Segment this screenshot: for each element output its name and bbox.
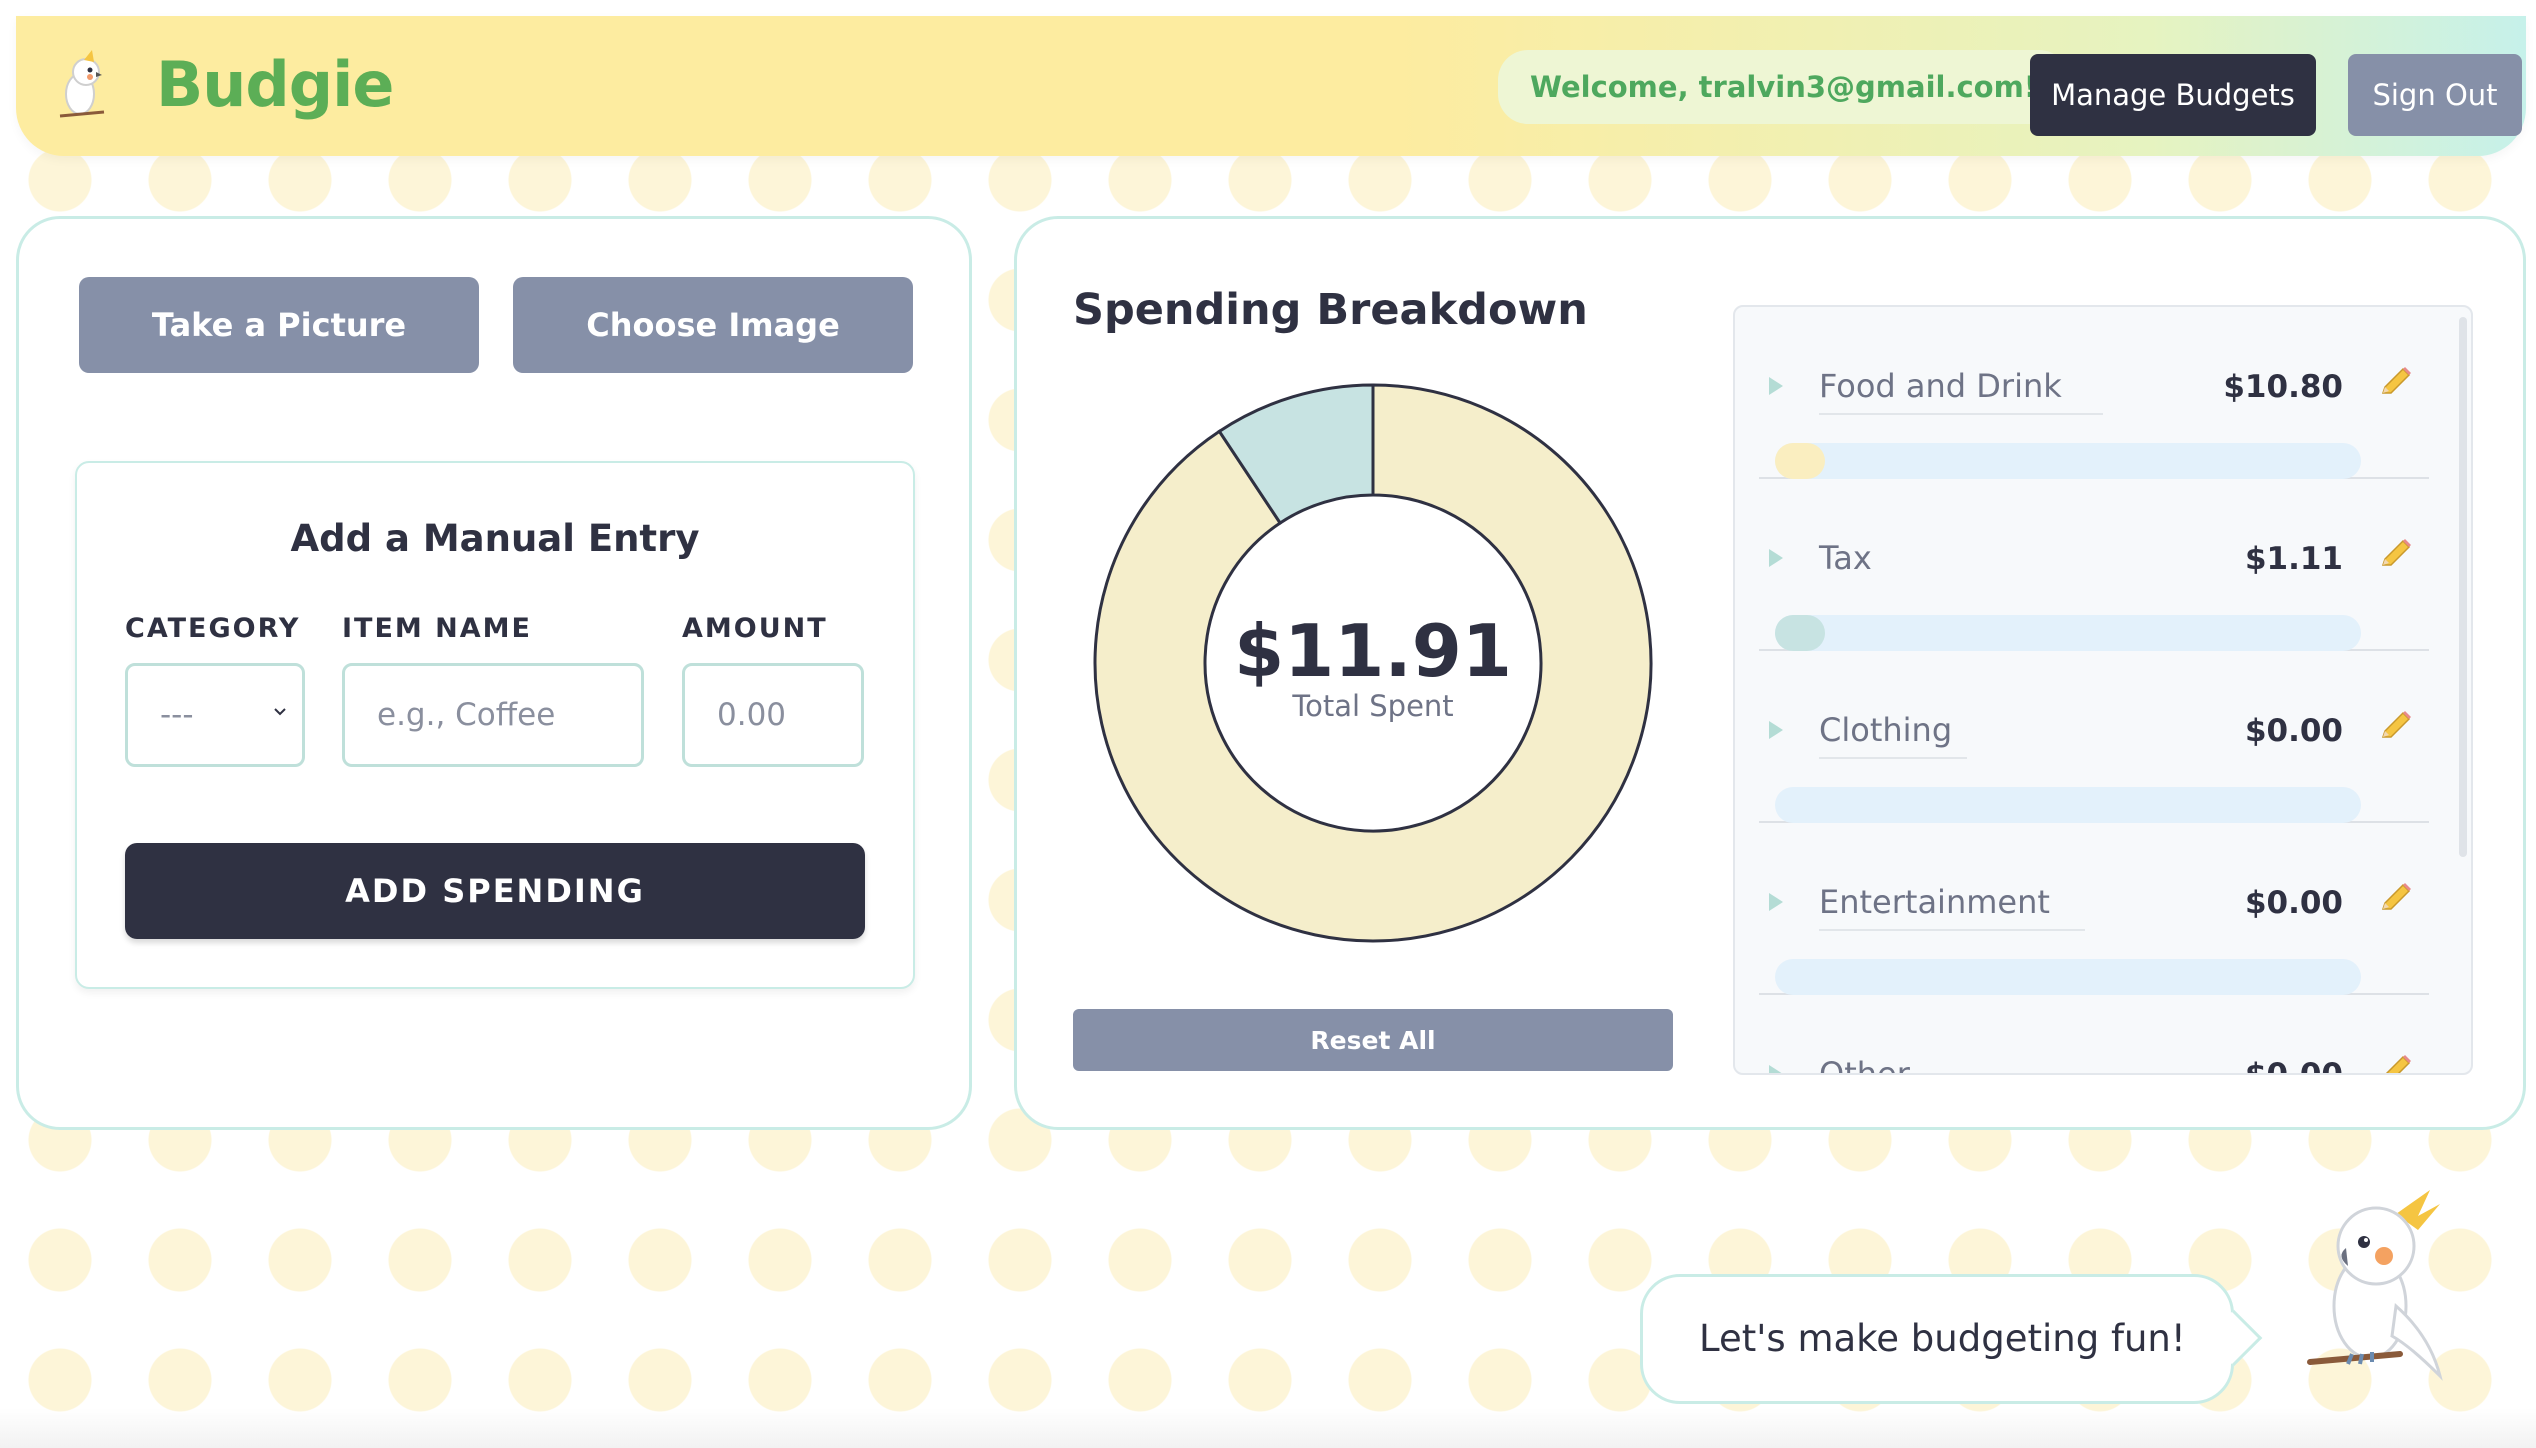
- category-name: Entertainment: [1819, 883, 2050, 921]
- choose-image-button[interactable]: Choose Image: [513, 277, 913, 373]
- category-progress-track: [1775, 615, 2361, 651]
- total-spent-amount: $11.91: [1234, 609, 1512, 693]
- welcome-badge: Welcome, tralvin3@gmail.com!: [1498, 50, 2070, 124]
- bird-mascot-icon: [2307, 1190, 2443, 1381]
- amount-label: AMOUNT: [682, 613, 828, 644]
- top-header: Budgie Welcome, tralvin3@gmail.com! Mana…: [16, 16, 2526, 156]
- manual-entry-card: Add a Manual Entry CATEGORY ITEM NAME AM…: [75, 461, 915, 989]
- breakdown-panel: Spending Breakdown $11.91 Total Spent Re…: [1014, 216, 2526, 1130]
- category-name-underline: [1819, 929, 2085, 931]
- breakdown-title: Spending Breakdown: [1073, 285, 1588, 335]
- item-name-label: ITEM NAME: [342, 613, 532, 644]
- category-amount: $0.00: [2244, 1057, 2343, 1075]
- category-name: Food and Drink: [1819, 367, 2062, 405]
- amount-input[interactable]: 0.00: [682, 663, 864, 767]
- category-name-underline: [1819, 757, 1967, 759]
- category-name-underline: [1819, 413, 2103, 415]
- sign-out-button[interactable]: Sign Out: [2348, 54, 2522, 136]
- category-amount: $1.11: [2244, 541, 2343, 577]
- mascot-speech-bubble: Let's make budgeting fun!: [1640, 1274, 2234, 1404]
- category-name: Clothing: [1819, 711, 1953, 749]
- category-select-value: ---: [160, 697, 194, 733]
- category-row[interactable]: Entertainment $0.00: [1759, 823, 2429, 995]
- reset-all-button[interactable]: Reset All: [1073, 1009, 1673, 1071]
- total-spent-label: Total Spent: [1292, 689, 1454, 723]
- category-label: CATEGORY: [125, 613, 301, 644]
- category-name: Other: [1819, 1055, 1910, 1075]
- category-progress-track: [1775, 787, 2361, 823]
- pencil-icon[interactable]: [2377, 881, 2413, 917]
- category-row[interactable]: Food and Drink $10.80: [1759, 307, 2429, 479]
- add-spending-button[interactable]: ADD SPENDING: [125, 843, 865, 939]
- expand-arrow-icon[interactable]: [1769, 1065, 1783, 1073]
- pencil-icon[interactable]: [2377, 537, 2413, 573]
- expand-arrow-icon[interactable]: [1769, 549, 1783, 567]
- category-list-scrollbar[interactable]: [2459, 317, 2467, 857]
- entry-panel: Take a Picture Choose Image Add a Manual…: [16, 216, 972, 1130]
- category-progress-track: [1775, 443, 2361, 479]
- category-amount: $0.00: [2244, 885, 2343, 921]
- category-progress-fill: [1775, 615, 1825, 651]
- expand-arrow-icon[interactable]: [1769, 721, 1783, 739]
- category-row[interactable]: Tax $1.11: [1759, 479, 2429, 651]
- bird-logo-icon: [59, 50, 105, 118]
- item-name-input[interactable]: e.g., Coffee: [342, 663, 644, 767]
- pencil-icon[interactable]: [2377, 1053, 2413, 1073]
- brand-name: Budgie: [156, 48, 394, 121]
- category-amount: $10.80: [2223, 369, 2343, 405]
- take-picture-button[interactable]: Take a Picture: [79, 277, 479, 373]
- category-amount: $0.00: [2244, 713, 2343, 749]
- category-progress-fill: [1775, 443, 1825, 479]
- expand-arrow-icon[interactable]: [1769, 377, 1783, 395]
- manual-entry-title: Add a Manual Entry: [290, 517, 700, 560]
- category-list[interactable]: Food and Drink $10.80 Tax $1.11 Clothing $0.0…: [1733, 305, 2473, 1075]
- expand-arrow-icon[interactable]: [1769, 893, 1783, 911]
- category-select[interactable]: ---: [125, 663, 305, 767]
- bottom-shade: [0, 1408, 2536, 1448]
- category-progress-track: [1775, 959, 2361, 995]
- pencil-icon[interactable]: [2377, 365, 2413, 401]
- category-row[interactable]: Clothing $0.00: [1759, 651, 2429, 823]
- category-name: Tax: [1819, 539, 1872, 577]
- category-row[interactable]: Other $0.00: [1759, 995, 2429, 1075]
- pencil-icon[interactable]: [2377, 709, 2413, 745]
- chevron-down-icon: [274, 708, 286, 716]
- manage-budgets-button[interactable]: Manage Budgets: [2030, 54, 2316, 136]
